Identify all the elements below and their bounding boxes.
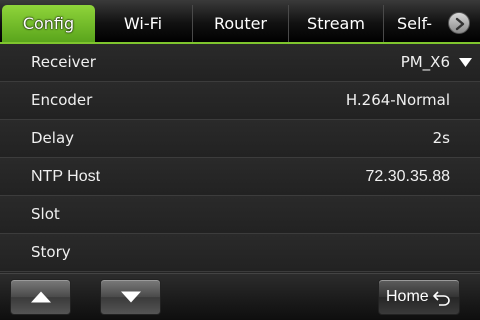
setting-label: Receiver	[31, 53, 96, 71]
chevron-right-icon	[455, 17, 465, 31]
setting-row-ntp-host[interactable]: NTP Host 72.30.35.88	[0, 158, 480, 196]
home-button[interactable]: Home	[378, 279, 460, 315]
dropdown-arrow-icon[interactable]	[459, 58, 472, 67]
tab-label: Wi-Fi	[123, 14, 163, 33]
setting-value: 72.30.35.88	[365, 168, 450, 185]
setting-row-story[interactable]: Story	[0, 234, 480, 272]
setting-label: Story	[31, 243, 71, 261]
return-arrow-icon	[433, 291, 450, 306]
setting-label: NTP Host	[31, 168, 101, 185]
tab-label: Router	[213, 14, 268, 33]
receiver-select[interactable]: PM_X6	[401, 44, 450, 81]
tab-label: Stream	[307, 14, 365, 33]
arrow-up-icon	[30, 291, 51, 303]
tab-label: Self-	[397, 14, 432, 33]
setting-row-slot[interactable]: Slot	[0, 196, 480, 234]
setting-row-delay[interactable]: Delay 2s	[0, 120, 480, 158]
setting-value: 2s	[432, 129, 450, 147]
setting-label: Encoder	[31, 91, 93, 109]
tab-router[interactable]: Router	[192, 5, 288, 42]
tab-wifi[interactable]: Wi-Fi	[97, 5, 189, 42]
setting-label: Slot	[31, 205, 60, 223]
setting-row-encoder[interactable]: Encoder H.264-Normal	[0, 82, 480, 120]
setting-row-receiver[interactable]: Receiver PM_X6	[0, 44, 480, 82]
tab-self[interactable]: Self-	[383, 5, 445, 42]
tab-config[interactable]: Config	[2, 5, 95, 42]
setting-label: Delay	[31, 129, 75, 147]
bottom-toolbar: Home	[0, 273, 480, 320]
tab-label: Config	[22, 14, 75, 33]
settings-list: Receiver PM_X6 Encoder H.264-Normal Dela…	[0, 44, 480, 272]
app-screen: Config Wi-Fi Router Stream Self- Receive…	[0, 0, 480, 320]
scroll-down-button[interactable]	[100, 279, 161, 315]
tab-stream[interactable]: Stream	[288, 5, 383, 42]
home-label: Home	[386, 288, 429, 305]
scroll-up-button[interactable]	[10, 279, 71, 315]
setting-value: H.264-Normal	[345, 91, 450, 109]
tab-scroll-right-button[interactable]	[448, 12, 470, 34]
arrow-down-icon	[120, 291, 141, 303]
tab-bar: Config Wi-Fi Router Stream Self-	[0, 0, 480, 44]
